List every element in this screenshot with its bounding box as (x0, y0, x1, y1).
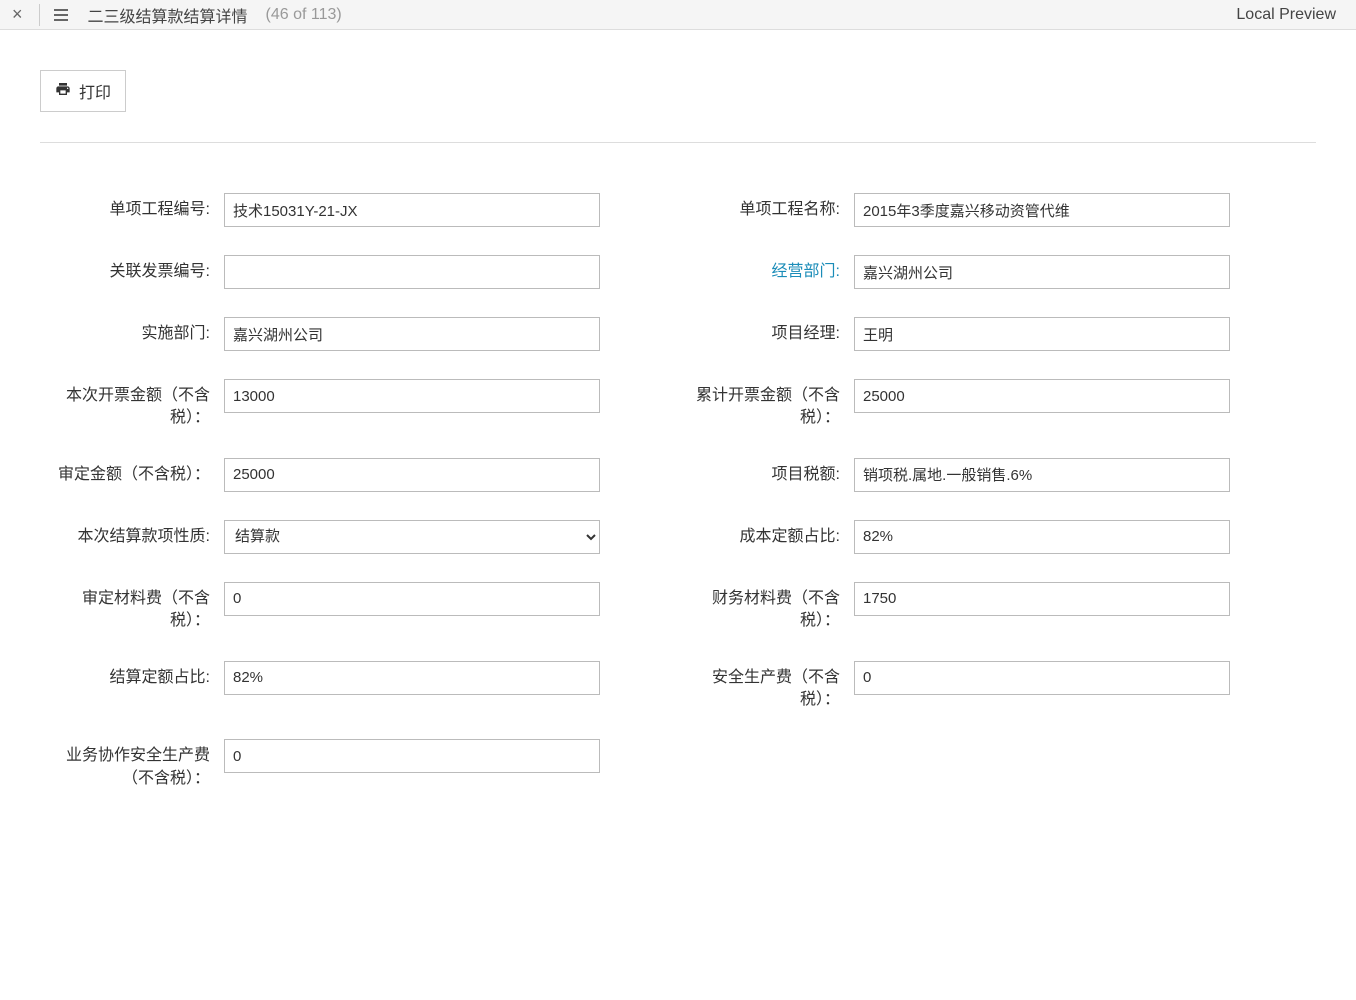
label-approved-material: 审定材料费（不含税）： (50, 582, 210, 633)
input-this-invoice-amt[interactable] (224, 379, 600, 413)
print-button-label: 打印 (79, 79, 111, 103)
form-grid: 单项工程编号: 单项工程名称: 关联发票编号: 经营部门: 实施部门: 项目经理… (40, 193, 1240, 790)
label-settle-quota-ratio: 结算定额占比: (50, 661, 210, 689)
row-cost-quota-ratio: 成本定额占比: (680, 520, 1230, 554)
label-finance-material: 财务材料费（不含税）： (680, 582, 840, 633)
row-project-name: 单项工程名称: (680, 193, 1230, 227)
print-button[interactable]: 打印 (40, 70, 126, 112)
input-safety-fee[interactable] (854, 661, 1230, 695)
row-impl-dept: 实施部门: (50, 317, 600, 351)
row-coop-safety-fee: 业务协作安全生产费（不含税）： (50, 739, 600, 790)
input-cum-invoice-amt[interactable] (854, 379, 1230, 413)
label-approved-amt: 审定金额（不含税）： (50, 458, 210, 486)
label-cum-invoice-amt: 累计开票金额（不含税）： (680, 379, 840, 430)
row-finance-material: 财务材料费（不含税）： (680, 582, 1230, 633)
empty-cell (680, 739, 1230, 790)
row-project-code: 单项工程编号: (50, 193, 600, 227)
page-title: 二三级结算款结算详情 (88, 3, 248, 27)
input-approved-material[interactable] (224, 582, 600, 616)
input-business-dept[interactable] (854, 255, 1230, 289)
page-container: 打印 单项工程编号: 单项工程名称: 关联发票编号: 经营部门: 实施部门: 项… (0, 30, 1356, 830)
label-cost-quota-ratio: 成本定额占比: (680, 520, 840, 548)
divider (39, 4, 40, 26)
row-approved-material: 审定材料费（不含税）： (50, 582, 600, 633)
label-coop-safety-fee: 业务协作安全生产费（不含税）： (50, 739, 210, 790)
label-this-invoice-amt: 本次开票金额（不含税）： (50, 379, 210, 430)
close-icon[interactable]: × (8, 4, 27, 25)
input-project-tax[interactable] (854, 458, 1230, 492)
select-settle-nature[interactable]: 结算款 (224, 520, 600, 554)
input-project-code[interactable] (224, 193, 600, 227)
top-bar: × 二三级结算款结算详情 (46 of 113) Local Preview (0, 0, 1356, 30)
record-counter: (46 of 113) (266, 6, 342, 24)
top-bar-left: × 二三级结算款结算详情 (46 of 113) (8, 3, 342, 27)
print-icon (55, 81, 71, 102)
input-invoice-ref[interactable] (224, 255, 600, 289)
label-settle-nature: 本次结算款项性质: (50, 520, 210, 548)
separator (40, 142, 1316, 143)
label-invoice-ref: 关联发票编号: (50, 255, 210, 283)
input-approved-amt[interactable] (224, 458, 600, 492)
row-business-dept: 经营部门: (680, 255, 1230, 289)
row-this-invoice-amt: 本次开票金额（不含税）： (50, 379, 600, 430)
input-coop-safety-fee[interactable] (224, 739, 600, 773)
label-business-dept[interactable]: 经营部门: (680, 255, 840, 283)
label-pm: 项目经理: (680, 317, 840, 345)
row-cum-invoice-amt: 累计开票金额（不含税）： (680, 379, 1230, 430)
input-cost-quota-ratio[interactable] (854, 520, 1230, 554)
label-impl-dept: 实施部门: (50, 317, 210, 345)
label-project-tax: 项目税额: (680, 458, 840, 486)
input-pm[interactable] (854, 317, 1230, 351)
row-settle-quota-ratio: 结算定额占比: (50, 661, 600, 712)
label-safety-fee: 安全生产费（不含税）： (680, 661, 840, 712)
input-project-name[interactable] (854, 193, 1230, 227)
input-settle-quota-ratio[interactable] (224, 661, 600, 695)
row-pm: 项目经理: (680, 317, 1230, 351)
input-impl-dept[interactable] (224, 317, 600, 351)
row-settle-nature: 本次结算款项性质: 结算款 (50, 520, 600, 554)
row-safety-fee: 安全生产费（不含税）： (680, 661, 1230, 712)
row-invoice-ref: 关联发票编号: (50, 255, 600, 289)
row-project-tax: 项目税额: (680, 458, 1230, 492)
label-project-code: 单项工程编号: (50, 193, 210, 221)
preview-label: Local Preview (1236, 6, 1348, 24)
row-approved-amt: 审定金额（不含税）： (50, 458, 600, 492)
outline-icon[interactable] (52, 7, 70, 23)
label-project-name: 单项工程名称: (680, 193, 840, 221)
input-finance-material[interactable] (854, 582, 1230, 616)
